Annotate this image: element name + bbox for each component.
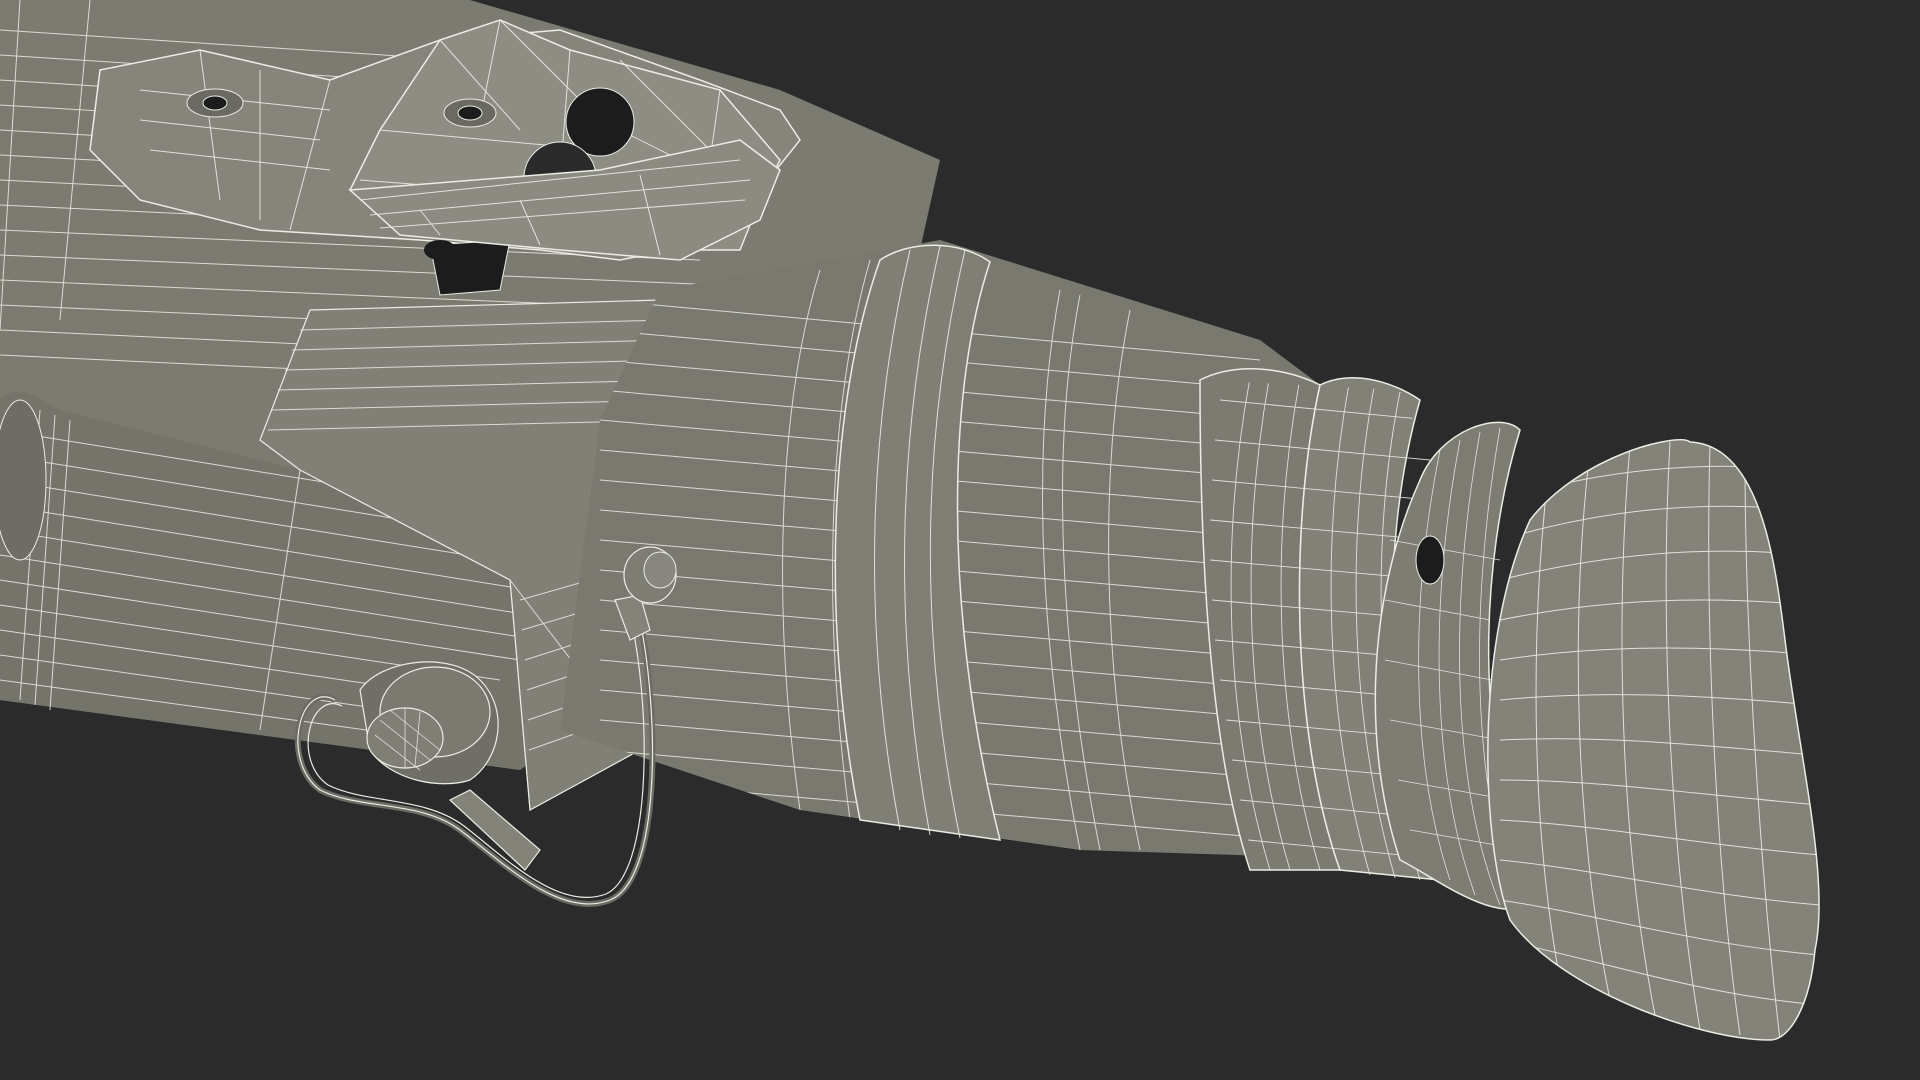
render-viewport <box>0 0 1920 1080</box>
eyecup-vent <box>1415 535 1445 585</box>
wireframe-render <box>0 0 1820 1041</box>
eyecup <box>1374 421 1820 1041</box>
side-knob <box>359 661 499 785</box>
